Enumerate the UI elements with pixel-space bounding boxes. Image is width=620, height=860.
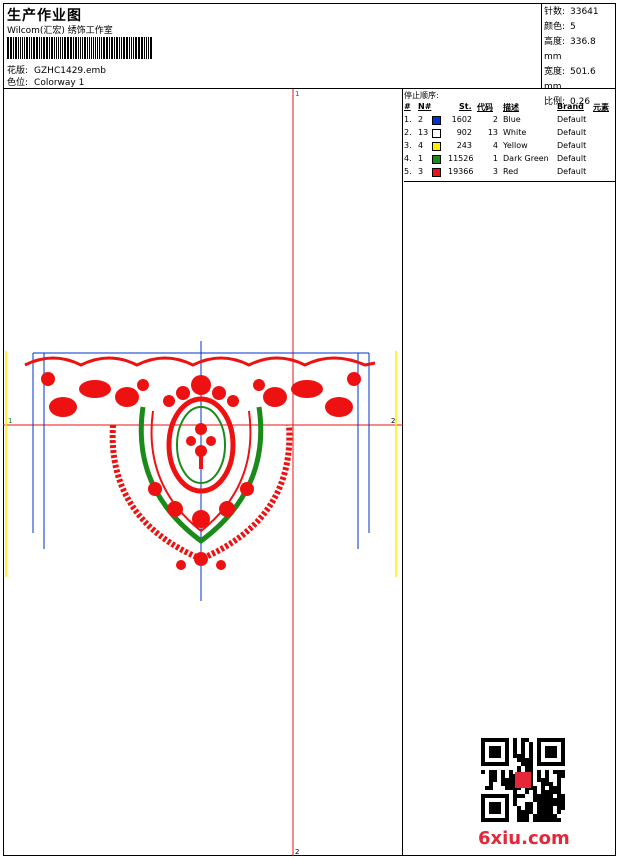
row-brand: Default	[557, 128, 587, 137]
embroidery-preview: 1 2 1 2	[3, 89, 403, 856]
col-st: St.	[459, 102, 472, 111]
col-brand: Brand	[557, 102, 584, 111]
row-index: 2.	[404, 128, 412, 137]
row-index: 1.	[404, 115, 412, 124]
row-n: 3	[418, 167, 424, 176]
page-subtitle: Wilcom(汇宏) 绣饰工作室	[7, 26, 113, 36]
row-stitches: 243	[456, 141, 472, 150]
stat-height: 高度: 336.8 mm	[544, 37, 596, 62]
row-stitches: 902	[456, 128, 472, 137]
row-brand: Default	[557, 154, 587, 163]
site-logo: 6xiu.com	[478, 828, 570, 849]
row-code: 4	[492, 141, 498, 150]
color-swatch	[432, 142, 441, 151]
stat-stitches: 针数: 33641	[544, 7, 599, 17]
row-code: 13	[487, 128, 498, 137]
color-swatch	[432, 168, 441, 177]
row-n: 13	[418, 128, 429, 137]
color-swatch	[432, 155, 441, 164]
axis-mark-left: 1	[8, 417, 12, 425]
row-desc: Yellow	[503, 141, 528, 150]
color-swatch	[432, 129, 441, 138]
row-stitches: 11526	[448, 154, 474, 163]
col-code: 代码	[477, 103, 493, 112]
colorway-label: 色位:	[7, 78, 29, 88]
table-row: 2. 13 902 13 White Default	[404, 128, 616, 140]
row-desc: Dark Green	[503, 154, 549, 163]
axis-mark-bottom: 2	[295, 848, 299, 856]
right-wing	[253, 372, 361, 417]
col-elem: 元素	[593, 103, 609, 112]
header-divider	[541, 3, 542, 89]
axis-mark-right: 2	[391, 417, 395, 425]
row-n: 4	[418, 141, 424, 150]
row-desc: Red	[503, 167, 519, 176]
page-title: 生产作业图	[7, 8, 82, 24]
table-row: 1. 2 1602 2 Blue Default	[404, 115, 616, 127]
header: 生产作业图 Wilcom(汇宏) 绣饰工作室 花版: GZHC1429.emb 色…	[3, 3, 616, 107]
axis-mark-top: 1	[295, 90, 299, 98]
colorway-field: 色位: Colorway 1	[7, 75, 84, 88]
col-desc: 描述	[503, 103, 519, 112]
row-desc: Blue	[503, 115, 521, 124]
scallop-border	[24, 356, 376, 367]
col-num: #	[404, 102, 411, 111]
row-stitches: 19366	[448, 167, 474, 176]
row-brand: Default	[557, 115, 587, 124]
row-n: 1	[418, 154, 424, 163]
row-desc: White	[503, 128, 527, 137]
stop-sequence-title: 停止顺序:	[404, 91, 439, 100]
table-row: 3. 4 243 4 Yellow Default	[404, 141, 616, 153]
design-canvas: 1 2 1 2	[3, 89, 403, 856]
row-code: 1	[492, 154, 498, 163]
row-brand: Default	[557, 141, 587, 150]
row-stitches: 1602	[451, 115, 472, 124]
row-code: 2	[492, 115, 498, 124]
table-row: 4. 1 11526 1 Dark Green Default	[404, 154, 616, 166]
row-index: 4.	[404, 154, 412, 163]
row-n: 2	[418, 115, 424, 124]
col-n: N#	[418, 102, 432, 111]
left-wing	[41, 372, 149, 417]
barcode	[7, 37, 152, 59]
stat-colors: 颜色: 5	[544, 22, 576, 32]
qr-code-icon	[481, 738, 565, 822]
table-row: 5. 3 19366 3 Red Default	[404, 167, 616, 179]
row-index: 5.	[404, 167, 412, 176]
color-swatch	[432, 116, 441, 125]
row-code: 3	[492, 167, 498, 176]
stop-sequence-table: 停止顺序: # N# St. 代码 描述 Brand 元素 1. 2 1602 2 Bl…	[404, 89, 616, 182]
row-brand: Default	[557, 167, 587, 176]
colorway-value: Colorway 1	[34, 78, 85, 88]
row-index: 3.	[404, 141, 412, 150]
center-flower	[186, 423, 216, 469]
